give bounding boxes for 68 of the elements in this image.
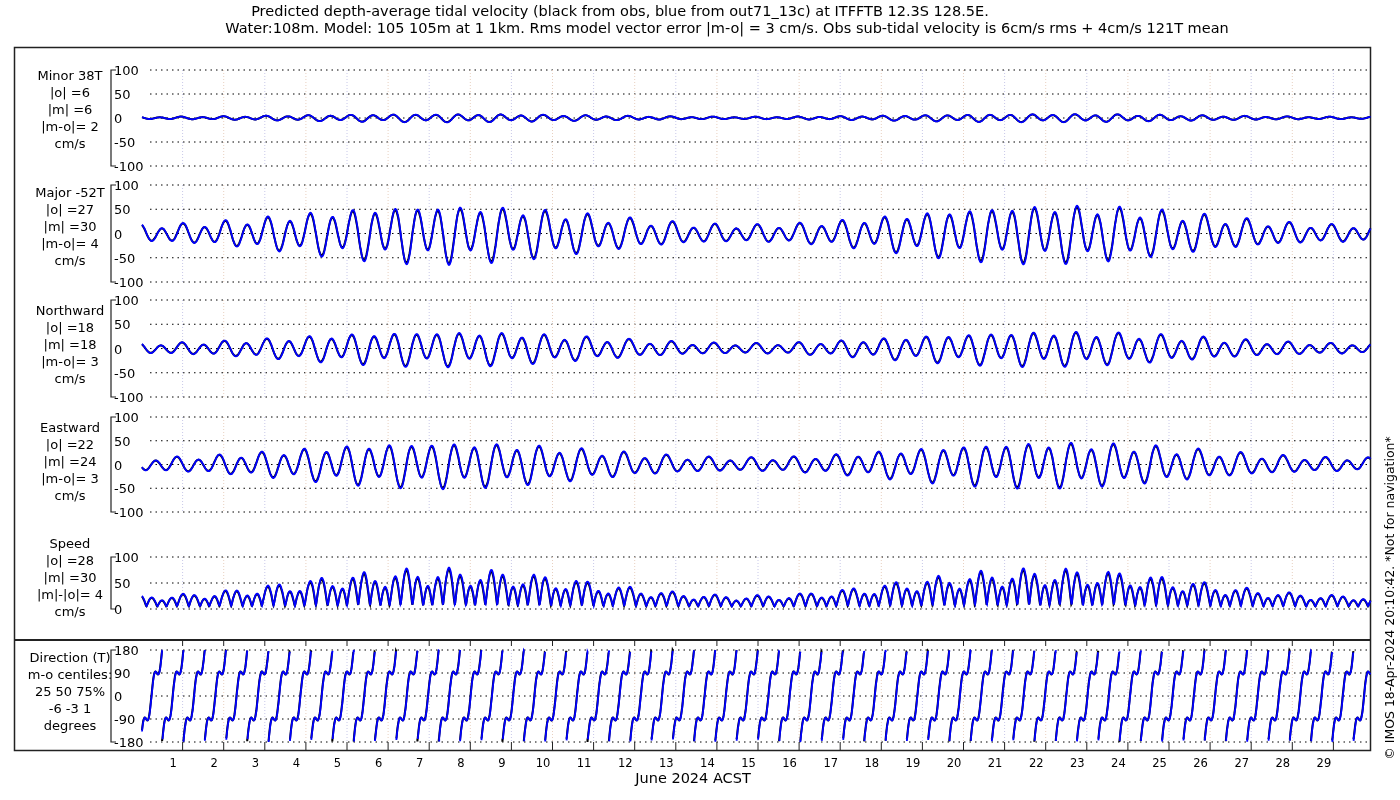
x-tick-label: 28: [1275, 756, 1291, 770]
x-tick-label: 19: [905, 756, 921, 770]
copyright-notice: © IMOS 18-Apr-2024 20:10:42. *Not for navigation*: [1382, 436, 1397, 760]
x-tick-label: 3: [251, 756, 259, 770]
chart-title: Predicted depth-average tidal velocity (black from obs, blue from out71_13c) at ITFFTB 12.3S 128.5E.: [251, 3, 989, 19]
x-tick-label: 29: [1316, 756, 1332, 770]
x-tick-label: 17: [823, 756, 838, 770]
y-tick-label: -100: [114, 505, 144, 520]
x-tick-label: 22: [1028, 756, 1044, 770]
y-axis: [110, 556, 117, 610]
x-tick-label: 2: [210, 756, 218, 770]
y-tick-label: -50: [114, 481, 136, 497]
y-tick-label: 50: [114, 576, 131, 591]
y-tick-label: -100: [114, 159, 144, 174]
panel-label: Northward |o| =18 |m| =18 |m-o|= 3 cm/s: [35, 303, 105, 386]
chart-subtitle: Water:108m. Model: 105 105m at 1 1km. Rms model vector error |m-o| = 3 cm/s. Obs sub-tidal velocity is 6cm/s rms + 4cm/s 121T mean: [225, 20, 1229, 36]
x-tick-label: 13: [659, 756, 674, 770]
y-tick-label: 100: [114, 550, 139, 565]
x-tick-label: 14: [700, 756, 715, 770]
y-tick-label: 100: [114, 63, 139, 78]
y-tick-label: 50: [114, 87, 131, 102]
y-tick-label: 0: [114, 602, 123, 617]
x-tick-label: 16: [782, 756, 797, 770]
x-tick-label: 26: [1193, 756, 1208, 770]
x-tick-label: 15: [741, 756, 756, 770]
y-tick-label: -50: [114, 250, 136, 266]
y-tick-label: -180: [114, 735, 144, 750]
x-tick-label: 8: [457, 756, 465, 770]
x-tick-label: 10: [535, 756, 551, 770]
x-tick-label: 20: [946, 756, 962, 770]
y-tick-label: 90: [114, 666, 131, 681]
x-tick-label: 12: [617, 756, 633, 770]
panel-label: Eastward |o| =22 |m| =24 |m-o|= 3 cm/s: [40, 420, 100, 503]
y-tick-label: -50: [114, 365, 136, 381]
y-tick-label: 50: [114, 433, 131, 449]
x-tick-label: 18: [864, 756, 880, 770]
y-tick-label: 50: [114, 202, 131, 218]
y-tick-label: 0: [114, 341, 123, 357]
y-tick-label: 0: [114, 689, 123, 704]
y-tick-label: -100: [114, 390, 144, 405]
y-tick-label: 0: [114, 226, 123, 242]
x-tick-label: 11: [576, 756, 592, 770]
y-tick-label: 50: [114, 317, 131, 333]
x-axis-label: June 2024 ACST: [635, 770, 751, 786]
panel-label: Speed |o| =28 |m| =30 |m|-|o|= 4 cm/s: [36, 536, 104, 619]
y-tick-label: 100: [114, 410, 139, 425]
x-tick-label: 9: [498, 756, 506, 770]
x-tick-label: 27: [1234, 756, 1249, 770]
x-tick-label: 7: [416, 756, 424, 770]
y-tick-label: 100: [114, 178, 139, 193]
x-tick-label: 21: [987, 756, 1003, 770]
y-tick-label: 100: [114, 293, 139, 308]
x-tick-label: 24: [1111, 756, 1126, 770]
x-tick-label: 25: [1152, 756, 1167, 770]
panel-label: Minor 38T |o| =6 |m| =6 |m-o|= 2 cm/s: [37, 68, 103, 151]
x-tick-label: 6: [374, 756, 383, 770]
y-tick-label: -100: [114, 275, 144, 290]
x-tick-label: 4: [292, 756, 301, 770]
x-tick-label: 5: [333, 756, 342, 770]
y-tick-label: -90: [114, 712, 136, 727]
panel-label: Direction (T) m-o centiles: 25 50 75% -6 -3 1 degrees: [27, 650, 113, 733]
panel-label: Major -52T |o| =27 |m| =30 |m-o|= 4 cm/s: [35, 185, 105, 268]
x-tick-label: 23: [1070, 756, 1085, 770]
y-tick-label: -50: [114, 135, 136, 150]
x-tick-label: 1: [169, 756, 177, 770]
y-tick-label: 180: [114, 643, 139, 658]
y-tick-label: 0: [114, 111, 123, 126]
y-tick-label: 0: [114, 457, 123, 473]
